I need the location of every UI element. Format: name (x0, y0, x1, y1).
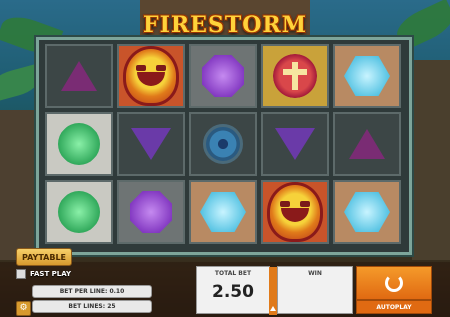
green-gem-icon (58, 191, 100, 233)
ruby-cross-icon (273, 54, 317, 98)
blue-gem-icon (344, 192, 390, 232)
reel-cell (189, 112, 257, 176)
reel-cell (117, 180, 185, 244)
purple-triangle-icon (349, 129, 385, 159)
total-bet-panel: TOTAL BET 2.50 (196, 266, 277, 315)
blue-gem-icon (200, 192, 246, 232)
win-label: WIN (308, 270, 322, 277)
purple-triangle-down-icon (275, 128, 315, 160)
purple-gem-icon (202, 55, 244, 97)
sun-mask-icon (267, 182, 323, 242)
total-bet-label: TOTAL BET (214, 270, 252, 277)
game-title: FIRESTORM (142, 12, 308, 38)
total-bet-value: 2.50 (212, 282, 254, 302)
reel-cell (261, 112, 329, 176)
bet-lines-selector[interactable]: BET LINES: 25 (32, 300, 152, 313)
reel-cell (261, 180, 329, 244)
sun-mask-icon (123, 46, 179, 106)
purple-gem-icon (130, 191, 172, 233)
fast-play-label: FAST PLAY (30, 270, 72, 278)
blue-gem-icon (344, 56, 390, 96)
fast-play-checkbox[interactable] (16, 269, 26, 279)
bet-per-line-selector[interactable]: BET PER LINE: 0.10 (32, 285, 152, 298)
reel-cell (189, 44, 257, 108)
reel-cell (333, 44, 401, 108)
reel-cell (117, 44, 185, 108)
reel-cell (333, 112, 401, 176)
paytable-button[interactable]: PAYTABLE (16, 248, 72, 266)
autoplay-button[interactable]: AUTOPLAY (356, 300, 432, 314)
win-panel: WIN (277, 266, 353, 314)
settings-gear-icon[interactable]: ⚙ (16, 301, 31, 316)
purple-triangle-down-icon (131, 128, 171, 160)
reel-cell (45, 180, 113, 244)
reel-cell (45, 112, 113, 176)
reel-grid (45, 44, 405, 248)
blue-orb-icon (203, 124, 243, 164)
spin-button[interactable] (356, 266, 432, 300)
reel-cell (261, 44, 329, 108)
reel-cell (117, 112, 185, 176)
fast-play-toggle[interactable]: FAST PLAY (16, 268, 71, 280)
spin-icon (385, 274, 403, 292)
green-gem-icon (58, 123, 100, 165)
reel-cell (333, 180, 401, 244)
bet-increase-arrow-icon[interactable] (269, 267, 277, 315)
reel-cell (45, 44, 113, 108)
purple-triangle-icon (61, 61, 97, 91)
reel-cell (189, 180, 257, 244)
